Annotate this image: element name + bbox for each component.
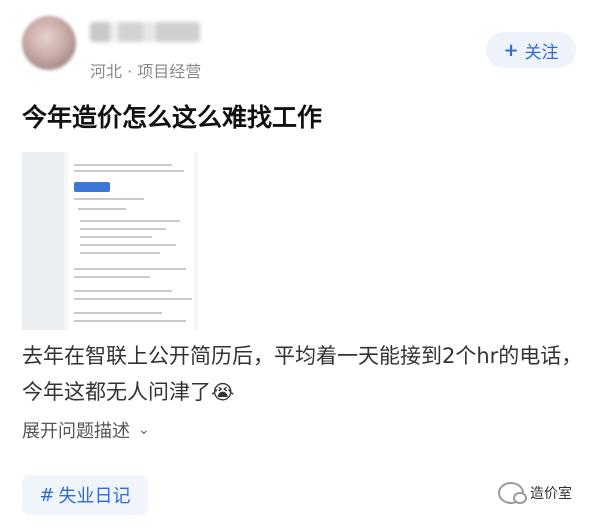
expand-description-button[interactable]: 展开问题描述 ⌄ [22,417,150,443]
thumbnail-line [80,244,176,246]
username-blurred [90,22,200,42]
thumbnail-line [74,290,172,292]
crying-face-icon: 😭 [211,380,235,404]
thumbnail-line [74,276,150,278]
thumbnail-line [78,208,126,210]
post-header: 河北 · 项目经营 + 关注 [0,0,606,88]
thumbnail-line [74,170,184,172]
hash-icon: # [39,484,55,506]
thumbnail-tag [74,182,110,192]
avatar[interactable] [22,16,76,70]
thumbnail-sidebar [22,152,64,330]
thumbnail-line [80,228,166,230]
description-text: 去年在智联上公开简历后，平均着一天能接到2个hr的电话，今年这都无人问津了 [22,344,583,404]
follow-button[interactable]: + 关注 [486,32,576,68]
post-description: 去年在智联上公开简历后，平均着一天能接到2个hr的电话，今年这都无人问津了😭 [22,338,588,410]
thumbnail-document [68,152,194,330]
thumbnail-line [74,198,144,200]
chevron-down-icon: ⌄ [138,422,150,438]
thumbnail-line [74,312,162,314]
thumbnail-line [80,252,160,254]
post-title: 今年造价怎么这么难找工作 [22,103,323,132]
thumbnail-line [80,220,180,222]
brand-label: 造价室 [530,486,572,502]
resume-thumbnail[interactable] [22,152,198,330]
post-meta: 河北 · 项目经营 [90,62,202,81]
thumbnail-line [80,236,152,238]
thumbnail-line [74,268,186,270]
topic-tag[interactable]: # 失业日记 [22,475,148,515]
follow-label: 关注 [524,42,559,63]
thumbnail-line [74,164,172,166]
thumbnail-line [74,298,192,300]
thumbnail-line [74,320,186,322]
brand-watermark: 造价室 [498,482,572,504]
topic-tag-label: 失业日记 [58,486,131,507]
plus-icon: + [503,39,519,61]
expand-label: 展开问题描述 [22,421,130,442]
wechat-icon [498,482,527,504]
